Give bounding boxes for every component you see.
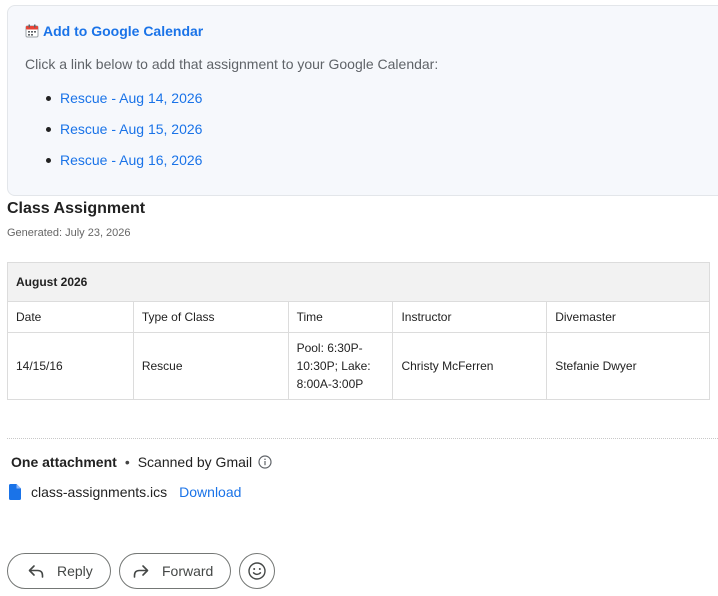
attachment-file-name[interactable]: class-assignments.ics — [31, 484, 167, 500]
cell-divemaster: Stefanie Dwyer — [546, 332, 710, 400]
month-header: August 2026 — [7, 262, 710, 302]
assignment-table: August 2026 Date Type of Class Time Inst… — [7, 262, 710, 400]
calendar-icon — [25, 24, 39, 38]
forward-icon — [133, 565, 149, 578]
column-header-time: Time — [287, 301, 394, 333]
cell-date: 14/15/16 — [7, 332, 134, 400]
info-icon[interactable] — [258, 455, 272, 469]
calendar-link-aug-15[interactable]: Rescue - Aug 15, 2026 — [32, 119, 202, 150]
calendar-link-aug-16[interactable]: Rescue - Aug 16, 2026 — [32, 150, 202, 181]
add-to-calendar-heading: Add to Google Calendar — [25, 23, 203, 39]
forward-label: Forward — [162, 563, 214, 579]
cell-instructor: Christy McFerren — [392, 332, 548, 400]
smiley-icon — [248, 562, 266, 580]
class-assignment-title: Class Assignment — [7, 200, 146, 217]
reply-label: Reply — [57, 563, 93, 579]
table-header-row: Date Type of Class Time Instructor Divem… — [7, 301, 710, 333]
attachment-file-row: class-assignments.ics Download — [9, 484, 241, 500]
separator-dot: • — [124, 454, 130, 470]
add-to-calendar-title[interactable]: Add to Google Calendar — [43, 23, 203, 39]
attachment-header: One attachment • Scanned by Gmail — [11, 454, 272, 470]
cell-time: Pool: 6:30P-10:30P; Lake: 8:00A-3:00P — [287, 332, 394, 400]
google-calendar-box: Add to Google Calendar Click a link belo… — [7, 5, 718, 196]
calendar-link-aug-14[interactable]: Rescue - Aug 14, 2026 — [32, 88, 202, 119]
column-header-instructor: Instructor — [392, 301, 548, 333]
download-link[interactable]: Download — [179, 484, 241, 500]
column-header-type: Type of Class — [132, 301, 289, 333]
calendar-intro-text: Click a link below to add that assignmen… — [25, 56, 439, 72]
cell-type: Rescue — [132, 332, 289, 400]
emoji-reaction-button[interactable] — [239, 553, 275, 589]
calendar-link-list: Rescue - Aug 14, 2026 Rescue - Aug 15, 2… — [32, 88, 202, 181]
column-header-date: Date — [7, 301, 134, 333]
attachment-count: One attachment — [11, 454, 117, 470]
table-row: 14/15/16 Rescue Pool: 6:30P-10:30P; Lake… — [7, 332, 710, 400]
column-header-divemaster: Divemaster — [546, 301, 710, 333]
scanned-by-gmail: Scanned by Gmail — [137, 454, 253, 470]
month-row: August 2026 — [7, 262, 710, 302]
reply-button[interactable]: Reply — [7, 553, 111, 589]
reply-icon — [28, 565, 44, 578]
forward-button[interactable]: Forward — [119, 553, 231, 589]
generated-date: Generated: July 23, 2026 — [7, 227, 131, 239]
attachment-divider — [7, 438, 718, 439]
file-icon — [9, 484, 21, 500]
